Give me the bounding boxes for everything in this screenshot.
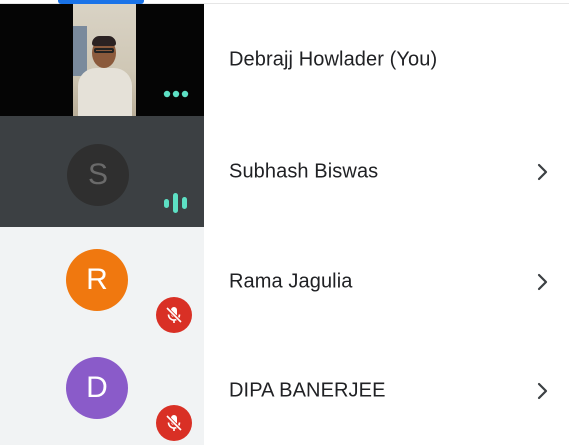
participant-name: DIPA BANERJEE: [229, 379, 386, 402]
chevron-right-icon[interactable]: [532, 162, 552, 182]
chevron-right-icon[interactable]: [532, 272, 552, 292]
participant-row[interactable]: S Subhash Biswas: [0, 116, 569, 227]
mic-off-badge: [156, 405, 192, 441]
avatar: R: [66, 249, 128, 311]
avatar-tile: D: [0, 337, 204, 445]
avatar-tile: S: [0, 116, 204, 227]
mic-off-icon: [165, 414, 183, 432]
chevron-right-icon[interactable]: [532, 381, 552, 401]
mic-off-icon: [165, 306, 183, 324]
participant-row-self[interactable]: Debrajj Howlader (You): [0, 4, 569, 116]
audio-level-icon: [164, 193, 187, 213]
mic-off-badge: [156, 297, 192, 333]
avatar-tile: R: [0, 227, 204, 337]
more-dots-icon[interactable]: [163, 90, 189, 98]
participant-name: Rama Jagulia: [229, 270, 353, 293]
avatar: D: [66, 357, 128, 419]
participant-row[interactable]: R Rama Jagulia: [0, 227, 569, 337]
participant-row[interactable]: D DIPA BANERJEE: [0, 337, 569, 445]
avatar: S: [67, 144, 129, 206]
self-video-thumbnail: [73, 4, 136, 116]
participant-name: Debrajj Howlader (You): [229, 48, 438, 71]
participant-name: Subhash Biswas: [229, 160, 379, 182]
video-tile: [0, 4, 204, 116]
